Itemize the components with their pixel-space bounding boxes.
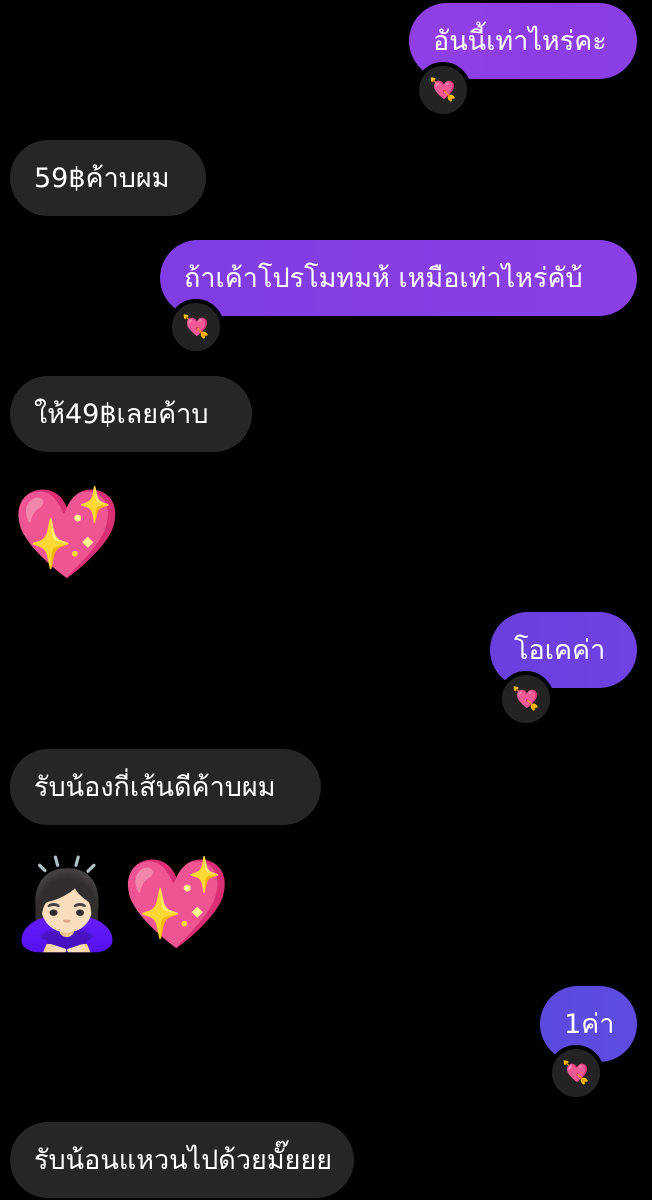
- incoming-message[interactable]: รับน้องกี่เส้นดีค้าบผม: [10, 749, 321, 825]
- reaction-emoji: 💘: [429, 77, 457, 103]
- sparkling-heart-icon[interactable]: 💖: [12, 490, 122, 578]
- message-text: โอเคค่า: [514, 634, 606, 666]
- incoming-message[interactable]: ให้49฿เลยค้าบ: [10, 376, 252, 452]
- outgoing-message[interactable]: ถ้าเค้าโปรโมทมห้ เหมือเท่าไหร่คับ้: [160, 240, 637, 316]
- message-text: 59฿ค้าบผม: [34, 162, 170, 194]
- message-text: อันนี้เท่าไหร่คะ: [433, 25, 607, 57]
- heart-arrow-reaction-icon[interactable]: 💘: [498, 671, 554, 727]
- heart-arrow-reaction-icon[interactable]: 💘: [168, 299, 224, 355]
- message-text: รับน้อนแหวนไปด้วยมั๊ยยย: [34, 1144, 333, 1176]
- bowing-woman-sparkling-heart-icon[interactable]: 🙇🏻‍♀️💖: [12, 860, 231, 948]
- reaction-emoji: 💘: [182, 314, 210, 340]
- incoming-message[interactable]: 59฿ค้าบผม: [10, 140, 206, 216]
- message-text: รับน้องกี่เส้นดีค้าบผม: [34, 771, 276, 803]
- reaction-emoji: 💘: [512, 686, 540, 712]
- reaction-emoji: 💘: [562, 1060, 590, 1086]
- heart-arrow-reaction-icon[interactable]: 💘: [548, 1045, 604, 1101]
- message-text: 1ค่า: [564, 1008, 615, 1040]
- incoming-message[interactable]: รับน้อนแหวนไปด้วยมั๊ยยย: [10, 1122, 354, 1198]
- message-text: ให้49฿เลยค้าบ: [34, 398, 209, 430]
- message-text: ถ้าเค้าโปรโมทมห้ เหมือเท่าไหร่คับ้: [184, 262, 583, 294]
- heart-arrow-reaction-icon[interactable]: 💘: [415, 62, 471, 118]
